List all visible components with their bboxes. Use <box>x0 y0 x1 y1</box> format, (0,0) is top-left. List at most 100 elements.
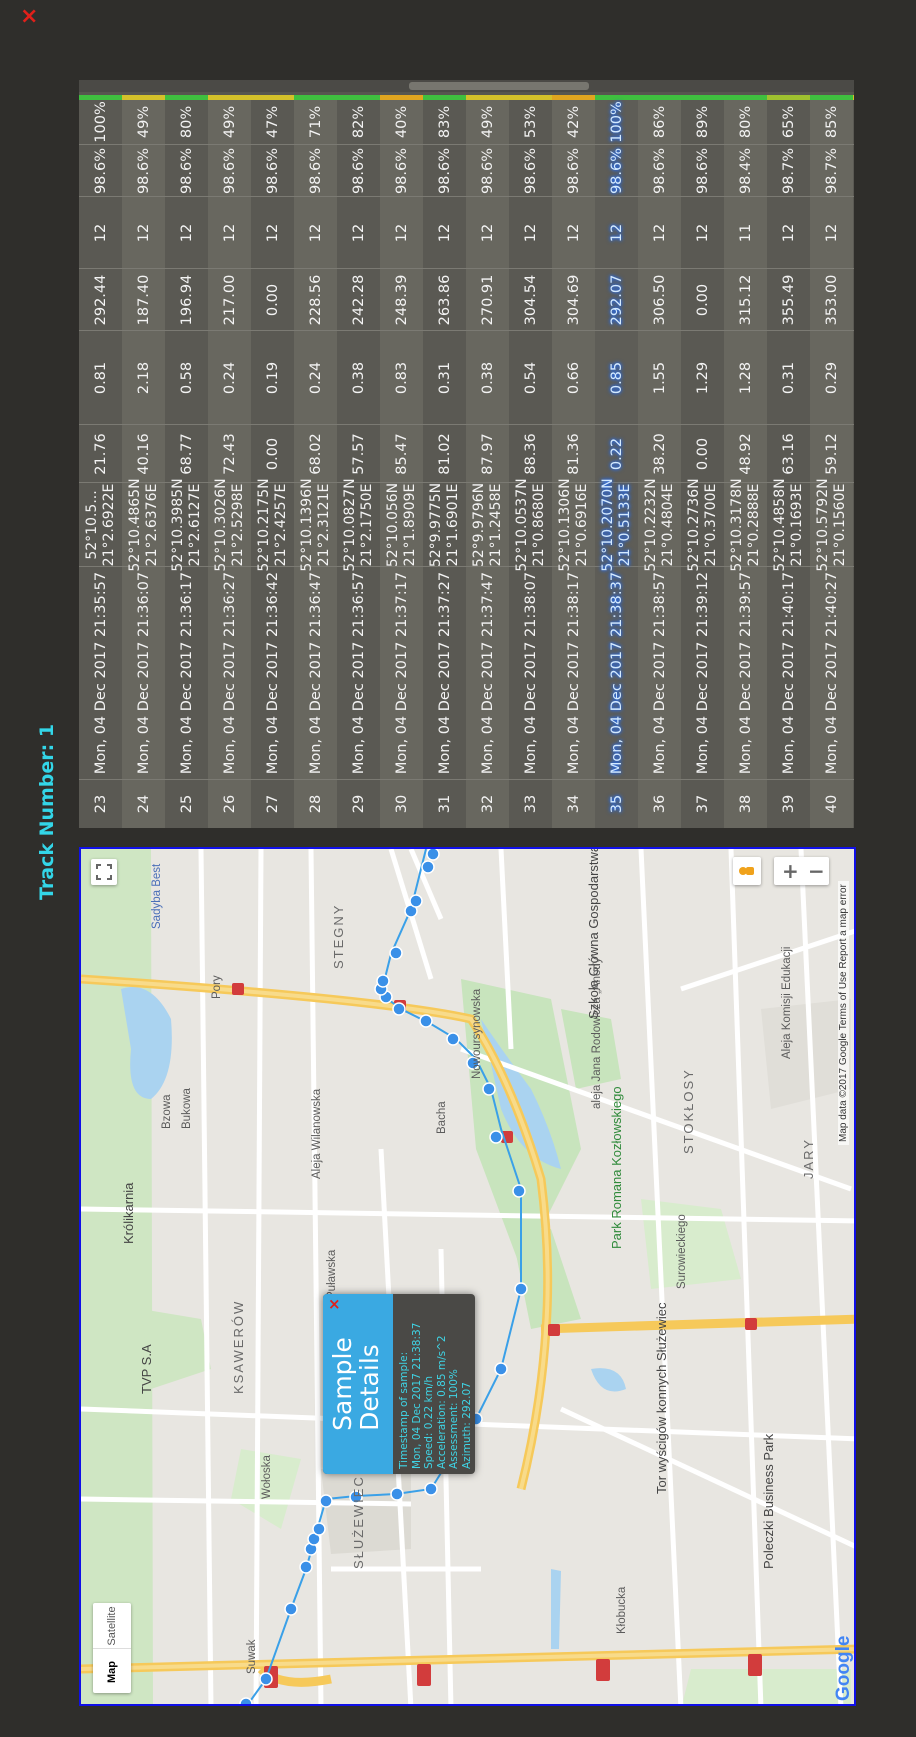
track-sample-marker[interactable] <box>482 1082 496 1096</box>
track-sample-marker[interactable] <box>446 1032 460 1046</box>
map-type-button[interactable]: Map <box>93 1648 131 1694</box>
map-attribution[interactable]: Map data ©2017 Google Terms of Use Repor… <box>838 881 849 1145</box>
scrollbar-thumb[interactable] <box>409 82 589 90</box>
timestamp-cell: Mon, 04 Dec 2017 21:36:42 <box>251 567 294 780</box>
table-row[interactable]: 89% 98.6% 12 0.00 1.29 0.00 52°10.2736N 21°0.37… <box>681 95 724 828</box>
track-sample-marker[interactable] <box>239 1697 253 1706</box>
timestamp-cell: Mon, 04 Dec 2017 21:38:57 <box>638 567 681 780</box>
track-sample-marker[interactable] <box>409 894 423 908</box>
track-sample-marker[interactable] <box>514 1282 528 1296</box>
table-row[interactable]: 49% 98.6% 12 187.40 2.18 40.16 52°10.4865N 21°2… <box>122 95 165 828</box>
timestamp-cell: Mon, 04 Dec 2017 21:36:07 <box>122 567 165 780</box>
speed-text: 59.12 <box>823 432 840 475</box>
map-label-sluzewiec: SŁUŻEWIEC <box>351 1475 366 1569</box>
table-row[interactable]: 71% 98.6% 12 228.56 0.24 68.02 52°10.1396N 21°2… <box>294 95 337 828</box>
track-sample-marker[interactable] <box>389 946 403 960</box>
row-number-text: 24 <box>135 794 152 814</box>
map-label-bzowa: Bzowa <box>161 1094 173 1129</box>
timestamp-text: Mon, 04 Dec 2017 21:36:57 <box>350 571 367 775</box>
row-number-cell: 31 <box>423 780 466 828</box>
timestamp-cell <box>853 567 854 780</box>
timestamp-text: Mon, 04 Dec 2017 21:39:12 <box>694 571 711 775</box>
table-row[interactable]: 49% 98.6% 12 270.91 0.38 87.97 52°9.9796N 21°1.… <box>466 95 509 828</box>
row-number-text: 26 <box>221 794 238 814</box>
map-view[interactable]: Królikarnia TVP S.A KSAWERÓW SŁUŻEWIEC S… <box>79 847 856 1706</box>
row-number-text: 35 <box>608 794 625 814</box>
street-view-pegman-button[interactable] <box>733 857 761 885</box>
table-row[interactable]: 42% 98.6% 12 304.69 0.66 81.36 52°10.1306N 21°0… <box>552 95 595 828</box>
acceleration-cell: 0.24 <box>294 331 337 425</box>
table-row[interactable]: 40% 98.6% 12 248.39 0.83 85.47 52°10.056N 21°1.… <box>380 95 423 828</box>
latitude-text: 52°10.5792N <box>814 477 831 572</box>
table-row[interactable]: 53% 98.6% 12 304.54 0.54 88.36 52°10.0537N 21°0… <box>509 95 552 828</box>
zoom-in-button[interactable]: + <box>782 859 799 883</box>
position-cell: 52°10.5792N 21°0.1560E <box>810 478 853 571</box>
track-sample-marker[interactable] <box>419 1014 433 1028</box>
timestamp-cell: Mon, 04 Dec 2017 21:35:57 <box>79 567 122 780</box>
track-sample-marker[interactable] <box>424 1482 438 1496</box>
satellites-text: 12 <box>565 223 582 242</box>
quality-cell: 98.6% <box>251 145 294 197</box>
quality-cell: 98.4% <box>724 145 767 197</box>
zoom-control[interactable]: + − <box>774 857 829 885</box>
quality-text: 98.6% <box>565 147 582 194</box>
track-sample-marker[interactable] <box>259 1672 273 1686</box>
popup-close-button[interactable]: × <box>328 1295 341 1313</box>
track-sample-marker[interactable] <box>489 1130 503 1144</box>
acceleration-cell: 1.29 <box>681 331 724 425</box>
close-window-button[interactable]: × <box>20 6 38 28</box>
row-number-text: 31 <box>436 794 453 814</box>
track-sample-marker[interactable] <box>421 860 435 874</box>
track-sample-marker[interactable] <box>312 1522 326 1536</box>
popup-header: × Sample Details <box>323 1294 393 1474</box>
track-sample-marker[interactable] <box>392 1002 406 1016</box>
track-sample-marker[interactable] <box>426 849 440 861</box>
table-row[interactable]: 80% 98.4% 11 315.12 1.28 48.92 52°10.3178N 21°0… <box>724 95 767 828</box>
track-sample-marker[interactable] <box>376 974 390 988</box>
position-cell: 52°9.9775N 21°1.6901E <box>423 482 466 567</box>
track-sample-marker[interactable] <box>284 1602 298 1616</box>
table-row[interactable]: 49% 98.6% 12 217.00 0.24 72.43 52°10.3026N 21°2… <box>208 95 251 828</box>
table-row[interactable]: 65% 98.7% 12 355.49 0.31 63.16 52°10.4858N 21°0… <box>767 95 810 828</box>
row-number-cell: 29 <box>337 780 380 828</box>
track-sample-marker[interactable] <box>512 1184 526 1198</box>
speed-cell: 68.02 <box>294 425 337 483</box>
row-number-cell: 37 <box>681 780 724 828</box>
speed-cell: 88.36 <box>509 425 552 483</box>
track-sample-marker[interactable] <box>390 1487 404 1501</box>
latitude-text: 52°10.0537N <box>513 477 530 572</box>
table-row[interactable]: 100% 98.6% 12 292.44 0.81 21.76 52°10.5... 21°2… <box>79 95 122 828</box>
track-sample-marker[interactable] <box>299 1560 313 1574</box>
table-row[interactable]: 80% 98.6% 12 196.94 0.58 68.77 52°10.3985N 21°2… <box>165 95 208 828</box>
satellites-text: 12 <box>264 223 281 242</box>
acceleration-cell: 0.81 <box>79 331 122 425</box>
azimuth-text: 248.39 <box>393 274 410 325</box>
azimuth-cell: 304.54 <box>509 269 552 331</box>
position-cell: 52°10.2736N 21°0.3700E <box>681 478 724 571</box>
pegman-icon <box>739 867 754 875</box>
speed-text: 0.22 <box>608 437 625 470</box>
satellites-cell: 12 <box>251 197 294 269</box>
zoom-out-button[interactable]: − <box>808 859 825 883</box>
table-row[interactable]: 85% 98.7% 12 353.00 0.29 59.12 52°10.5792N 21°0… <box>810 95 853 828</box>
fullscreen-button[interactable] <box>91 859 117 885</box>
track-sample-marker[interactable] <box>319 1494 333 1508</box>
table-row[interactable]: 100% 98.6% 12 292.07 0.85 0.22 52°10.2070N 21°0… <box>595 95 638 828</box>
timestamp-text: Mon, 04 Dec 2017 21:35:57 <box>92 571 109 775</box>
table-row[interactable]: 83% 98.6% 12 263.86 0.31 81.02 52°9.9775N 21°1.… <box>423 95 466 828</box>
assessment-cell: 47% <box>251 100 294 145</box>
satellite-type-button[interactable]: Satellite <box>93 1603 131 1648</box>
table-row[interactable]: 86% 98.6% 12 306.50 1.55 38.20 52°10.2232N 21°0… <box>638 95 681 828</box>
table-horizontal-scrollbar[interactable] <box>79 80 854 92</box>
map-label-park: Park Romana Kozłowskiego <box>609 1086 624 1249</box>
track-sample-marker[interactable] <box>494 1362 508 1376</box>
table-row[interactable]: 47% 98.6% 12 0.00 0.19 0.00 52°10.2175N 21°2.42… <box>251 95 294 828</box>
position-text: 52°10.3026N 21°2.5298E <box>213 478 247 571</box>
table-row[interactable]: 82% 98.6% 12 242.28 0.38 57.57 52°10.0827N 21°2… <box>337 95 380 828</box>
table-row[interactable]: 52°10.6678N <box>853 95 854 828</box>
assessment-cell: 53% <box>509 100 552 145</box>
acceleration-text: 0.31 <box>436 361 453 394</box>
map-label-wilanowska: Aleja Wilanowska <box>311 1088 323 1179</box>
acceleration-cell: 0.58 <box>165 331 208 425</box>
acceleration-cell: 0.83 <box>380 331 423 425</box>
